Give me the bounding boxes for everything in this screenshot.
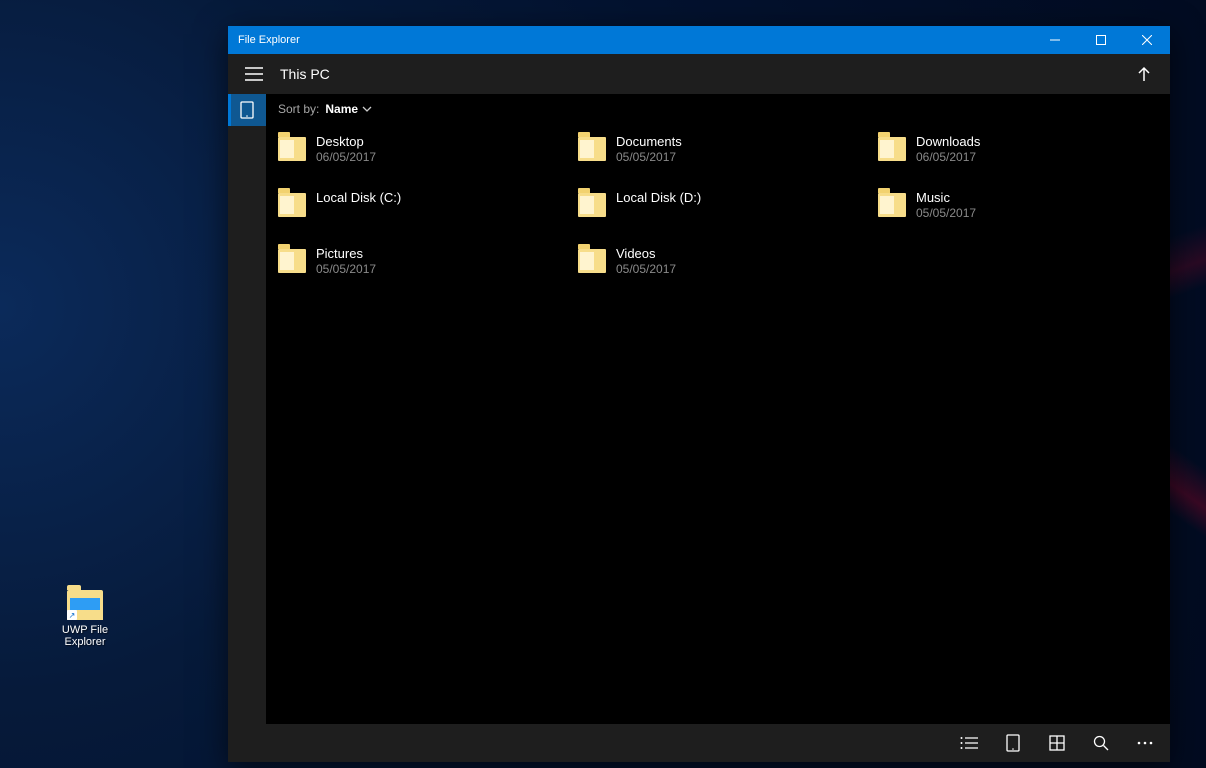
item-name: Local Disk (C:) xyxy=(316,189,401,206)
desktop-shortcut-uwp-file-explorer[interactable]: ↗ UWP File Explorer xyxy=(45,590,125,648)
grid-icon xyxy=(1049,735,1065,751)
main-content: Sort by: Name Desktop06/05/2017Documents… xyxy=(266,94,1170,724)
view-list-button[interactable] xyxy=(948,724,990,762)
folder-item[interactable]: Music05/05/2017 xyxy=(874,188,1162,230)
item-date: 05/05/2017 xyxy=(616,262,676,277)
desktop-shortcut-label: UWP File Explorer xyxy=(45,624,125,648)
items-grid: Desktop06/05/2017Documents05/05/2017Down… xyxy=(266,124,1170,294)
search-button[interactable] xyxy=(1080,724,1122,762)
location-title: This PC xyxy=(280,66,330,82)
item-date: 05/05/2017 xyxy=(316,262,376,277)
item-date: 05/05/2017 xyxy=(916,206,976,221)
item-date: 06/05/2017 xyxy=(916,150,980,165)
item-name: Desktop xyxy=(316,133,376,150)
item-name: Videos xyxy=(616,245,676,262)
sort-by-label: Sort by: xyxy=(278,102,319,116)
maximize-button[interactable] xyxy=(1078,26,1124,54)
folder-icon xyxy=(578,137,606,161)
folder-icon xyxy=(278,249,306,273)
go-up-button[interactable] xyxy=(1124,54,1164,94)
search-icon xyxy=(1093,735,1109,751)
sort-by-value: Name xyxy=(325,102,358,116)
folder-icon xyxy=(578,193,606,217)
tablet-icon xyxy=(1006,734,1020,752)
item-name: Music xyxy=(916,189,976,206)
folder-item[interactable]: Local Disk (D:) xyxy=(574,188,862,230)
bottom-command-bar xyxy=(228,724,1170,762)
chevron-down-icon xyxy=(362,106,372,112)
close-button[interactable] xyxy=(1124,26,1170,54)
item-name: Documents xyxy=(616,133,682,150)
list-icon xyxy=(960,736,978,750)
item-date: 05/05/2017 xyxy=(616,150,682,165)
command-bar: This PC xyxy=(228,54,1170,94)
folder-icon xyxy=(878,137,906,161)
shortcut-overlay-icon: ↗ xyxy=(67,610,77,620)
more-button[interactable] xyxy=(1124,724,1166,762)
item-date: 06/05/2017 xyxy=(316,150,376,165)
minimize-button[interactable] xyxy=(1032,26,1078,54)
ellipsis-icon xyxy=(1137,741,1153,745)
item-name: Downloads xyxy=(916,133,980,150)
device-button[interactable] xyxy=(992,724,1034,762)
folder-icon xyxy=(278,193,306,217)
folder-item[interactable]: Documents05/05/2017 xyxy=(574,132,862,174)
sidebar-button-this-device[interactable] xyxy=(228,94,266,126)
folder-app-icon: ↗ xyxy=(67,590,103,620)
folder-item[interactable]: Local Disk (C:) xyxy=(274,188,562,230)
sort-by-dropdown[interactable]: Name xyxy=(325,102,372,116)
item-name: Local Disk (D:) xyxy=(616,189,701,206)
item-name: Pictures xyxy=(316,245,376,262)
folder-icon xyxy=(578,249,606,273)
sort-bar: Sort by: Name xyxy=(266,94,1170,124)
folder-icon xyxy=(878,193,906,217)
folder-item[interactable]: Desktop06/05/2017 xyxy=(274,132,562,174)
folder-item[interactable]: Pictures05/05/2017 xyxy=(274,244,562,286)
folder-item[interactable]: Downloads06/05/2017 xyxy=(874,132,1162,174)
folder-item[interactable]: Videos05/05/2017 xyxy=(574,244,862,286)
folder-icon xyxy=(278,137,306,161)
hamburger-menu-button[interactable] xyxy=(234,54,274,94)
window-title: File Explorer xyxy=(238,34,300,46)
side-panel xyxy=(228,94,266,724)
tablet-icon xyxy=(240,101,254,119)
file-explorer-window: File Explorer This PC xyxy=(228,26,1170,762)
window-titlebar[interactable]: File Explorer xyxy=(228,26,1170,54)
view-grid-button[interactable] xyxy=(1036,724,1078,762)
